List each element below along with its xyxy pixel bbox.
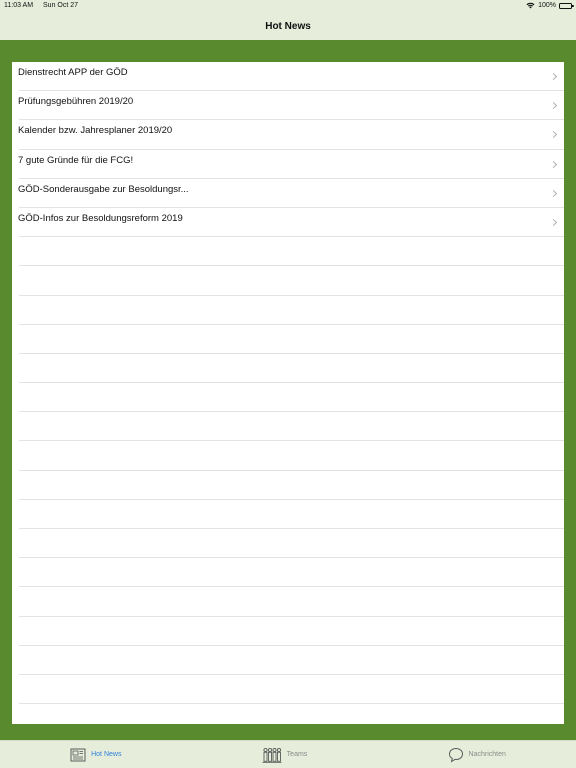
list-item-label: Prüfungsgebühren 2019/20 [18,96,134,108]
chevron-right-icon [549,72,558,81]
status-right: 100% [526,2,574,9]
content-area: Dienstrecht APP der GÖD Prüfungsgebühren… [0,40,576,740]
empty-row [19,558,564,588]
empty-row [19,325,564,354]
chevron-right-icon [549,131,558,139]
navigation-bar: Hot News [0,12,576,40]
list-item-label: 7 gute Gründe für die FCG! [18,154,134,166]
empty-row [19,587,564,617]
chat-bubble-icon [448,747,463,763]
tab-teams[interactable]: Teams [262,747,308,763]
empty-row [19,383,564,413]
empty-row [19,441,564,471]
status-time: 11:03 AM [4,2,34,9]
list-item-label: GÖD-Infos zur Besoldungsreform 2019 [18,212,183,224]
tab-label: Teams [286,751,308,758]
empty-row [19,266,564,296]
chevron-right-icon [549,160,558,168]
wifi-icon [526,2,535,9]
status-bar: 11:03 AM Sun Oct 27 100% [0,0,576,12]
news-list[interactable]: Dienstrecht APP der GÖD Prüfungsgebühren… [12,62,564,724]
list-item[interactable]: 7 gute Gründe für die FCG! [12,150,564,179]
status-date: Sun Oct 27 [43,2,79,9]
tab-label: Nachrichten [468,751,506,758]
tab-bar: Hot News Teams Nachrichten [0,740,576,768]
list-item-label: Dienstrecht APP der GÖD [18,67,128,78]
battery-percent: 100% [538,2,556,9]
team-icon [262,747,282,763]
battery-icon [559,2,574,9]
chevron-right-icon [549,102,558,110]
empty-row [19,500,564,529]
chevron-right-icon [549,189,558,197]
page-title: Hot News [265,20,311,32]
tab-label: Hot News [91,751,122,758]
list-item-label: Kalender bzw. Jahresplaner 2019/20 [18,125,173,137]
empty-row [19,471,564,500]
list-item[interactable]: Dienstrecht APP der GÖD [12,62,564,92]
list-item[interactable]: GÖD-Sonderausgabe zur Besoldungsr... [12,179,564,209]
newspaper-icon [70,748,86,761]
empty-row [19,704,564,724]
tab-hot-news[interactable]: Hot News [70,748,121,762]
status-left: 11:03 AM Sun Oct 27 [4,2,86,9]
empty-row [19,354,564,384]
list-item[interactable]: Prüfungsgebühren 2019/20 [12,91,564,121]
list-item[interactable]: GÖD-Infos zur Besoldungsreform 2019 [12,208,564,238]
empty-row [19,412,564,442]
empty-row [19,237,564,267]
empty-row [19,529,564,559]
list-item-label: GÖD-Sonderausgabe zur Besoldungsr... [18,183,189,195]
chevron-right-icon [549,218,558,226]
list-item[interactable]: Kalender bzw. Jahresplaner 2019/20 [12,120,564,150]
empty-row [19,646,564,675]
empty-row [19,617,564,646]
tab-nachrichten[interactable]: Nachrichten [448,747,506,763]
empty-row [19,675,564,705]
empty-row [19,296,564,325]
